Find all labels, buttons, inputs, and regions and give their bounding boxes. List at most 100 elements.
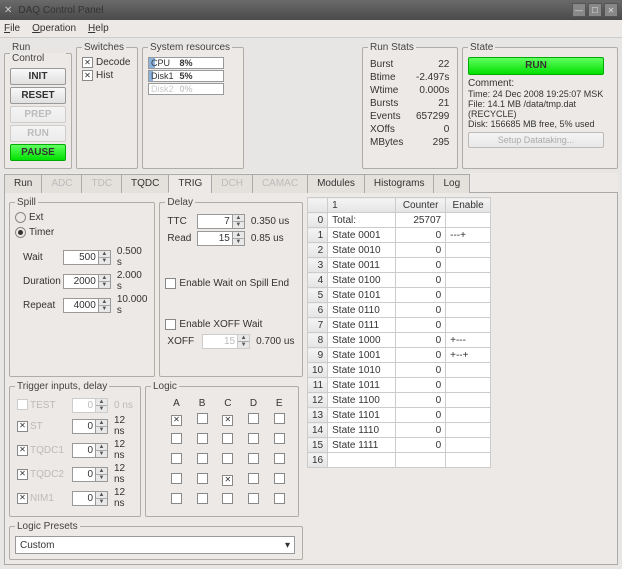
table-row[interactable]: 4State 01000 <box>308 273 491 288</box>
logic-checkbox[interactable] <box>171 473 182 484</box>
wait-spill-checkbox[interactable] <box>165 278 176 289</box>
menu-file[interactable]: File <box>4 23 20 34</box>
tab-trig[interactable]: TRIG <box>168 174 212 193</box>
menu-operation[interactable]: Operation <box>32 23 76 34</box>
tab-bar: Run ADC TDC TQDC TRIG DCH CAMAC Modules … <box>4 173 618 193</box>
table-row[interactable]: 0Total:25707 <box>308 213 491 228</box>
table-row[interactable]: 9State 10010+--+ <box>308 348 491 363</box>
runstats-table: Burst22 Btime-2.497s Wtime0.000s Bursts2… <box>368 57 451 150</box>
hist-checkbox[interactable] <box>82 70 93 81</box>
logic-checkbox[interactable] <box>197 413 208 424</box>
logic-checkbox[interactable] <box>248 433 259 444</box>
reset-button[interactable]: RESET <box>10 87 66 104</box>
triginput-delay-spinner[interactable]: ▲▼ <box>72 443 108 458</box>
table-row[interactable]: 15State 11110 <box>308 438 491 453</box>
triginput-delay-spinner[interactable]: ▲▼ <box>72 491 108 506</box>
logic-checkbox[interactable] <box>274 453 285 464</box>
state-time: Time: 24 Dec 2008 19:25:07 MSK <box>468 89 612 99</box>
logic-checkbox[interactable] <box>222 453 233 464</box>
spill-repeat-spinner[interactable]: ▲▼ <box>63 298 111 313</box>
logic-checkbox[interactable] <box>197 453 208 464</box>
triginput-checkbox[interactable] <box>17 469 28 480</box>
table-row[interactable]: 6State 01100 <box>308 303 491 318</box>
logic-checkbox[interactable] <box>197 493 208 504</box>
logic-checkbox[interactable] <box>171 453 182 464</box>
logic-checkbox[interactable] <box>171 433 182 444</box>
logic-presets-combo[interactable]: Custom▾ <box>15 536 295 554</box>
logic-checkbox[interactable] <box>248 413 259 424</box>
table-row[interactable]: 8State 10000+--- <box>308 333 491 348</box>
delay-read-spinner[interactable]: ▲▼ <box>197 231 245 246</box>
state-file: File: 14.1 MB /data/tmp.dat (RECYCLE) <box>468 99 612 119</box>
table-row[interactable]: 11State 10110 <box>308 378 491 393</box>
logic-checkbox[interactable] <box>197 433 208 444</box>
triginput-delay-spinner[interactable]: ▲▼ <box>72 419 108 434</box>
logic-checkbox[interactable] <box>248 453 259 464</box>
logic-checkbox[interactable] <box>248 473 259 484</box>
state-run-indicator: RUN <box>468 57 604 75</box>
logic-checkbox[interactable] <box>274 413 285 424</box>
tab-modules[interactable]: Modules <box>307 174 365 193</box>
tab-adc: ADC <box>41 174 82 193</box>
triginput-delay-spinner: ▲▼ <box>72 398 108 413</box>
spill-timer-radio[interactable] <box>15 227 26 238</box>
xoff-wait-checkbox[interactable] <box>165 319 176 330</box>
menubar: File Operation Help <box>0 20 622 38</box>
table-row[interactable]: 16 <box>308 453 491 468</box>
disk1-bar: Disk15% <box>148 70 224 82</box>
table-row[interactable]: 12State 11000 <box>308 393 491 408</box>
cpu-bar: CPU8% <box>148 57 224 69</box>
logic-checkbox[interactable] <box>274 473 285 484</box>
minimize-button[interactable]: — <box>572 3 586 17</box>
tab-histograms[interactable]: Histograms <box>364 174 435 193</box>
logic-checkbox[interactable] <box>222 475 233 486</box>
maximize-button[interactable]: ☐ <box>588 3 602 17</box>
triginput-checkbox <box>17 399 28 410</box>
tab-log[interactable]: Log <box>433 174 470 193</box>
titlebar: ✕ DAQ Control Panel — ☐ ✕ <box>0 0 622 20</box>
run-button: RUN <box>10 125 66 142</box>
triginput-delay-spinner[interactable]: ▲▼ <box>72 467 108 482</box>
disk2-bar: Disk20% <box>148 83 224 95</box>
table-row[interactable]: 13State 11010 <box>308 408 491 423</box>
switches-legend: Switches <box>82 42 126 53</box>
decode-checkbox[interactable] <box>82 57 93 68</box>
sysres-legend: System resources <box>148 42 232 53</box>
close-button[interactable]: ✕ <box>604 3 618 17</box>
triginput-checkbox[interactable] <box>17 445 28 456</box>
spill-wait-spinner[interactable]: ▲▼ <box>63 250 111 265</box>
logic-checkbox[interactable] <box>274 433 285 444</box>
logic-checkbox[interactable] <box>222 493 233 504</box>
table-row[interactable]: 2State 00100 <box>308 243 491 258</box>
spill-duration-spinner[interactable]: ▲▼ <box>63 274 111 289</box>
delay-ttc-spinner[interactable]: ▲▼ <box>197 214 245 229</box>
table-row[interactable]: 10State 10100 <box>308 363 491 378</box>
spill-ext-radio[interactable] <box>15 212 26 223</box>
pause-button[interactable]: PAUSE <box>10 144 66 161</box>
triginput-checkbox[interactable] <box>17 493 28 504</box>
app-icon: ✕ <box>4 5 12 16</box>
table-row[interactable]: 7State 01110 <box>308 318 491 333</box>
tab-tqdc[interactable]: TQDC <box>121 174 169 193</box>
logic-checkbox[interactable] <box>248 493 259 504</box>
logic-checkbox[interactable] <box>222 415 233 426</box>
table-row[interactable]: 3State 00110 <box>308 258 491 273</box>
logic-checkbox[interactable] <box>171 415 182 426</box>
triginput-checkbox[interactable] <box>17 421 28 432</box>
prep-button: PREP <box>10 106 66 123</box>
logic-checkbox[interactable] <box>171 493 182 504</box>
runcontrol-legend: Run Control <box>10 42 66 64</box>
logic-checkbox[interactable] <box>197 473 208 484</box>
logic-checkbox[interactable] <box>222 433 233 444</box>
chevron-down-icon: ▾ <box>285 540 290 551</box>
tab-run[interactable]: Run <box>4 174 42 193</box>
state-comment: Comment: <box>468 78 612 89</box>
menu-help[interactable]: Help <box>88 23 109 34</box>
setup-datataking-button: Setup Datataking... <box>468 132 604 148</box>
init-button[interactable]: INIT <box>10 68 66 85</box>
window-title: DAQ Control Panel <box>18 5 103 16</box>
table-row[interactable]: 14State 11100 <box>308 423 491 438</box>
table-row[interactable]: 1State 00010---+ <box>308 228 491 243</box>
logic-checkbox[interactable] <box>274 493 285 504</box>
table-row[interactable]: 5State 01010 <box>308 288 491 303</box>
